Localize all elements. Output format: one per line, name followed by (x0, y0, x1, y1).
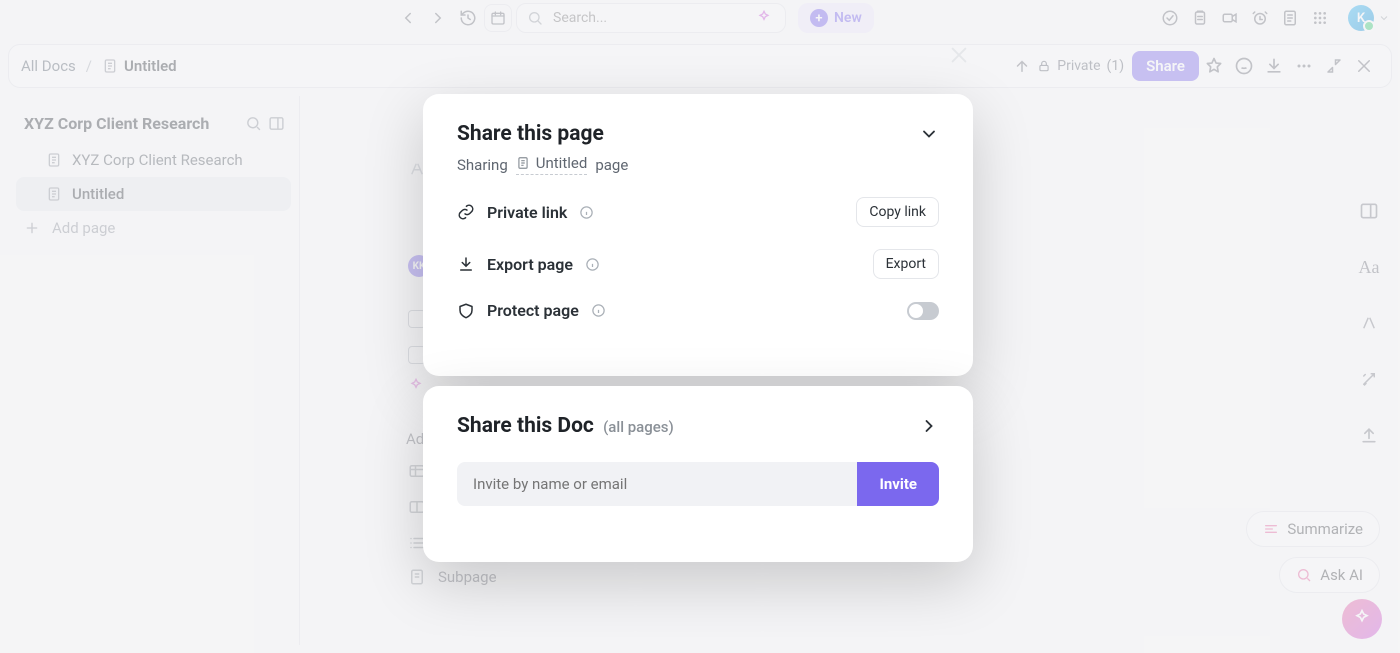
export-icon (457, 255, 475, 273)
doc-icon (516, 156, 530, 170)
share-doc-subtitle: (all pages) (603, 418, 674, 436)
shield-icon (457, 302, 475, 320)
protect-page-label: Protect page (487, 301, 579, 320)
sharing-doc-name: Untitled (536, 154, 588, 172)
share-page-title: Share this page (457, 122, 604, 146)
modal-close-button[interactable] (948, 44, 970, 66)
protect-toggle[interactable] (907, 302, 939, 320)
info-icon[interactable] (585, 257, 600, 272)
sharing-prefix: Sharing (457, 156, 508, 174)
share-page-collapse-icon[interactable] (919, 124, 939, 144)
link-icon (457, 203, 475, 221)
info-icon[interactable] (591, 303, 606, 318)
share-page-panel: Share this page Sharing Untitled page Pr… (423, 94, 973, 376)
invite-input[interactable] (457, 462, 857, 506)
sharing-suffix: page (595, 156, 628, 174)
invite-button[interactable]: Invite (857, 462, 939, 506)
private-link-label: Private link (487, 203, 567, 222)
info-icon[interactable] (579, 205, 594, 220)
export-page-label: Export page (487, 255, 573, 274)
share-doc-panel: Share this Doc (all pages) Invite (423, 386, 973, 562)
copy-link-button[interactable]: Copy link (856, 197, 939, 227)
share-doc-title: Share this Doc (457, 414, 594, 438)
export-button[interactable]: Export (873, 249, 939, 279)
sharing-doc-chip[interactable]: Untitled (516, 154, 588, 175)
share-doc-expand-icon[interactable] (919, 416, 939, 436)
